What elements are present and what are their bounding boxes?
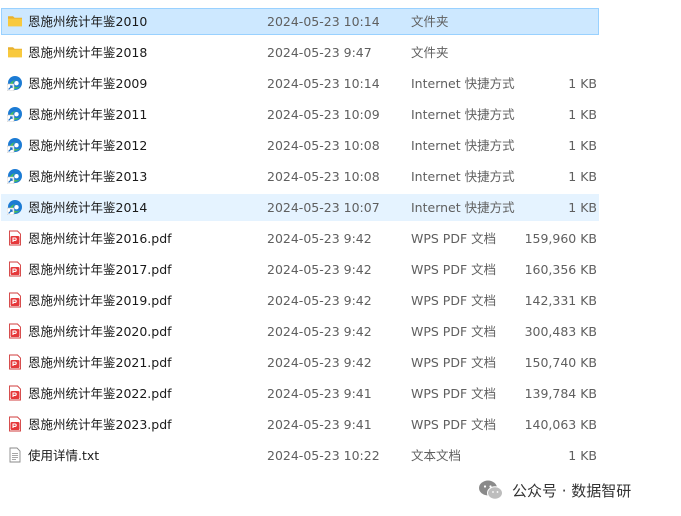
file-size: 300,483 KB <box>524 324 597 339</box>
file-date: 2024-05-23 10:08 <box>267 138 380 153</box>
file-type: WPS PDF 文档 <box>411 386 497 401</box>
file-size: 159,960 KB <box>524 231 597 246</box>
file-row[interactable]: 恩施州统计年鉴2022.pdf 2024-05-23 9:41 WPS PDF 文档… <box>0 379 681 410</box>
wps-pdf-icon <box>7 416 23 432</box>
edge-shortcut-icon <box>6 106 23 123</box>
file-type: WPS PDF 文档 <box>411 262 497 277</box>
file-name: 使用详情.txt <box>28 448 100 463</box>
file-type: 文本文档 <box>411 448 462 463</box>
file-name: 恩施州统计年鉴2016.pdf <box>28 231 172 246</box>
folder-icon <box>7 13 23 29</box>
file-row[interactable]: 恩施州统计年鉴2021.pdf 2024-05-23 9:42 WPS PDF 文档… <box>0 348 681 379</box>
file-name: 恩施州统计年鉴2019.pdf <box>28 293 172 308</box>
file-row[interactable]: 恩施州统计年鉴2010 2024-05-23 10:14 文件夹 <box>0 7 681 38</box>
file-name: 恩施州统计年鉴2013 <box>28 169 148 184</box>
file-size: 1 KB <box>568 448 597 463</box>
file-type: 文件夹 <box>411 45 449 60</box>
file-name: 恩施州统计年鉴2018 <box>28 45 148 60</box>
file-row[interactable]: 恩施州统计年鉴2014 2024-05-23 10:07 Internet 快捷方式… <box>0 193 681 224</box>
file-date: 2024-05-23 10:14 <box>267 76 380 91</box>
file-type: WPS PDF 文档 <box>411 231 497 246</box>
file-name: 恩施州统计年鉴2009 <box>28 76 148 91</box>
file-type: WPS PDF 文档 <box>411 293 497 308</box>
file-date: 2024-05-23 10:08 <box>267 169 380 184</box>
file-date: 2024-05-23 9:42 <box>267 262 372 277</box>
wps-pdf-icon <box>7 261 23 277</box>
file-size: 1 KB <box>568 169 597 184</box>
file-date: 2024-05-23 9:42 <box>267 324 372 339</box>
file-name: 恩施州统计年鉴2010 <box>28 14 148 29</box>
file-row[interactable]: 恩施州统计年鉴2020.pdf 2024-05-23 9:42 WPS PDF 文档… <box>0 317 681 348</box>
file-row[interactable]: 恩施州统计年鉴2011 2024-05-23 10:09 Internet 快捷方式… <box>0 100 681 131</box>
file-type: Internet 快捷方式 <box>411 169 515 184</box>
wps-pdf-icon <box>7 292 23 308</box>
file-size: 139,784 KB <box>524 386 597 401</box>
file-explorer-view: 恩施州统计年鉴2010 2024-05-23 10:14 文件夹 恩施州统计年鉴201… <box>0 0 681 516</box>
file-size: 142,331 KB <box>524 293 597 308</box>
file-date: 2024-05-23 10:09 <box>267 107 380 122</box>
wps-pdf-icon <box>7 323 23 339</box>
edge-shortcut-icon <box>6 168 23 185</box>
file-size: 1 KB <box>568 138 597 153</box>
file-date: 2024-05-23 9:41 <box>267 386 372 401</box>
file-size: 150,740 KB <box>524 355 597 370</box>
file-type: Internet 快捷方式 <box>411 76 515 91</box>
file-name: 恩施州统计年鉴2020.pdf <box>28 324 172 339</box>
file-date: 2024-05-23 9:41 <box>267 417 372 432</box>
wps-pdf-icon <box>7 385 23 401</box>
file-size: 1 KB <box>568 76 597 91</box>
file-type: Internet 快捷方式 <box>411 200 515 215</box>
file-date: 2024-05-23 9:42 <box>267 355 372 370</box>
file-row[interactable]: 恩施州统计年鉴2012 2024-05-23 10:08 Internet 快捷方式… <box>0 131 681 162</box>
wechat-logo-icon <box>479 480 503 500</box>
file-name: 恩施州统计年鉴2012 <box>28 138 148 153</box>
file-name: 恩施州统计年鉴2023.pdf <box>28 417 172 432</box>
file-date: 2024-05-23 9:47 <box>267 45 372 60</box>
file-type: Internet 快捷方式 <box>411 107 515 122</box>
file-name: 恩施州统计年鉴2017.pdf <box>28 262 172 277</box>
edge-shortcut-icon <box>6 137 23 154</box>
file-name: 恩施州统计年鉴2021.pdf <box>28 355 172 370</box>
file-row[interactable]: 恩施州统计年鉴2019.pdf 2024-05-23 9:42 WPS PDF 文档… <box>0 286 681 317</box>
file-row[interactable]: 恩施州统计年鉴2013 2024-05-23 10:08 Internet 快捷方式… <box>0 162 681 193</box>
file-row[interactable]: 恩施州统计年鉴2018 2024-05-23 9:47 文件夹 <box>0 38 681 69</box>
file-date: 2024-05-23 9:42 <box>267 293 372 308</box>
edge-shortcut-icon <box>6 199 23 216</box>
file-type: 文件夹 <box>411 14 449 29</box>
text-file-icon <box>7 447 23 463</box>
file-size: 160,356 KB <box>524 262 597 277</box>
file-size: 140,063 KB <box>524 417 597 432</box>
file-type: WPS PDF 文档 <box>411 355 497 370</box>
file-date: 2024-05-23 9:42 <box>267 231 372 246</box>
watermark: 公众号 · 数据智研 <box>478 478 631 502</box>
file-row[interactable]: 恩施州统计年鉴2009 2024-05-23 10:14 Internet 快捷方式… <box>0 69 681 100</box>
file-row[interactable]: 恩施州统计年鉴2017.pdf 2024-05-23 9:42 WPS PDF 文档… <box>0 255 681 286</box>
wps-pdf-icon <box>7 354 23 370</box>
file-row[interactable]: 恩施州统计年鉴2016.pdf 2024-05-23 9:42 WPS PDF 文档… <box>0 224 681 255</box>
file-type: WPS PDF 文档 <box>411 324 497 339</box>
file-date: 2024-05-23 10:14 <box>267 14 380 29</box>
file-size: 1 KB <box>568 107 597 122</box>
file-type: Internet 快捷方式 <box>411 138 515 153</box>
edge-shortcut-icon <box>6 75 23 92</box>
file-list: 恩施州统计年鉴2010 2024-05-23 10:14 文件夹 恩施州统计年鉴201… <box>0 7 681 472</box>
watermark-text: 公众号 · 数据智研 <box>512 481 632 500</box>
folder-icon <box>7 44 23 60</box>
file-name: 恩施州统计年鉴2011 <box>28 107 148 122</box>
file-row[interactable]: 恩施州统计年鉴2023.pdf 2024-05-23 9:41 WPS PDF 文档… <box>0 410 681 441</box>
file-type: WPS PDF 文档 <box>411 417 497 432</box>
file-name: 恩施州统计年鉴2014 <box>28 200 148 215</box>
file-row[interactable]: 使用详情.txt 2024-05-23 10:22 文本文档 1 KB <box>0 441 681 472</box>
file-size: 1 KB <box>568 200 597 215</box>
file-date: 2024-05-23 10:22 <box>267 448 380 463</box>
wps-pdf-icon <box>7 230 23 246</box>
file-date: 2024-05-23 10:07 <box>267 200 380 215</box>
file-name: 恩施州统计年鉴2022.pdf <box>28 386 172 401</box>
